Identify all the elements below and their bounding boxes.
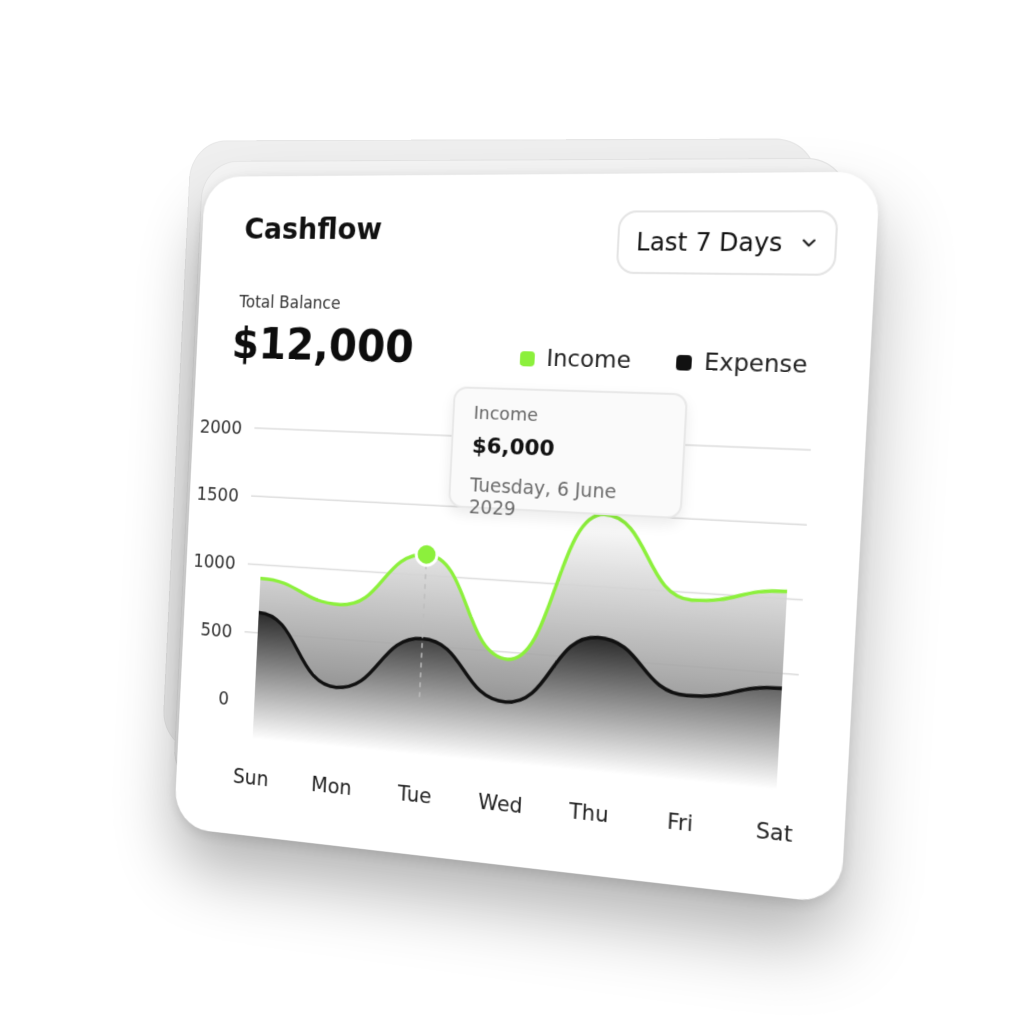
legend-income-swatch — [520, 351, 535, 366]
tooltip-value: $6,000 — [471, 434, 662, 467]
stage: Cashflow Last 7 Days Total Balance $12,0… — [0, 0, 1024, 1024]
balance-label: Total Balance — [239, 293, 341, 314]
chevron-down-icon — [801, 236, 817, 251]
x-tick-label: Fri — [666, 808, 693, 836]
tooltip-label: Income — [473, 403, 664, 431]
card-title: Cashflow — [244, 213, 383, 247]
x-tick-label: Tue — [396, 781, 432, 809]
date-range-select[interactable]: Last 7 Days — [616, 210, 839, 276]
legend-expense-label: Expense — [703, 349, 808, 379]
y-tick-label: 0 — [218, 688, 230, 710]
cashflow-card: Cashflow Last 7 Days Total Balance $12,0… — [174, 172, 880, 905]
x-tick-label: Sun — [233, 764, 269, 792]
y-tick-label: 1000 — [193, 551, 236, 575]
x-tick-label: Mon — [311, 772, 352, 800]
balance-value: $12,000 — [231, 320, 415, 374]
y-tick-label: 1500 — [196, 484, 239, 507]
x-tick-label: Wed — [478, 789, 524, 819]
legend-expense: Expense — [676, 349, 809, 379]
y-tick-label: 500 — [200, 619, 233, 642]
legend-income: Income — [519, 345, 631, 374]
x-tick-label: Sat — [755, 817, 793, 847]
x-tick-label: Thu — [567, 798, 609, 828]
highlight-point[interactable] — [416, 543, 438, 566]
date-range-value: Last 7 Days — [635, 228, 783, 258]
y-tick-label: 2000 — [199, 417, 242, 439]
chart-tooltip: Income $6,000 Tuesday, 6 June 2029 — [448, 386, 688, 519]
grid-line — [248, 564, 803, 600]
legend-expense-swatch — [676, 354, 692, 370]
legend-income-label: Income — [546, 346, 632, 375]
